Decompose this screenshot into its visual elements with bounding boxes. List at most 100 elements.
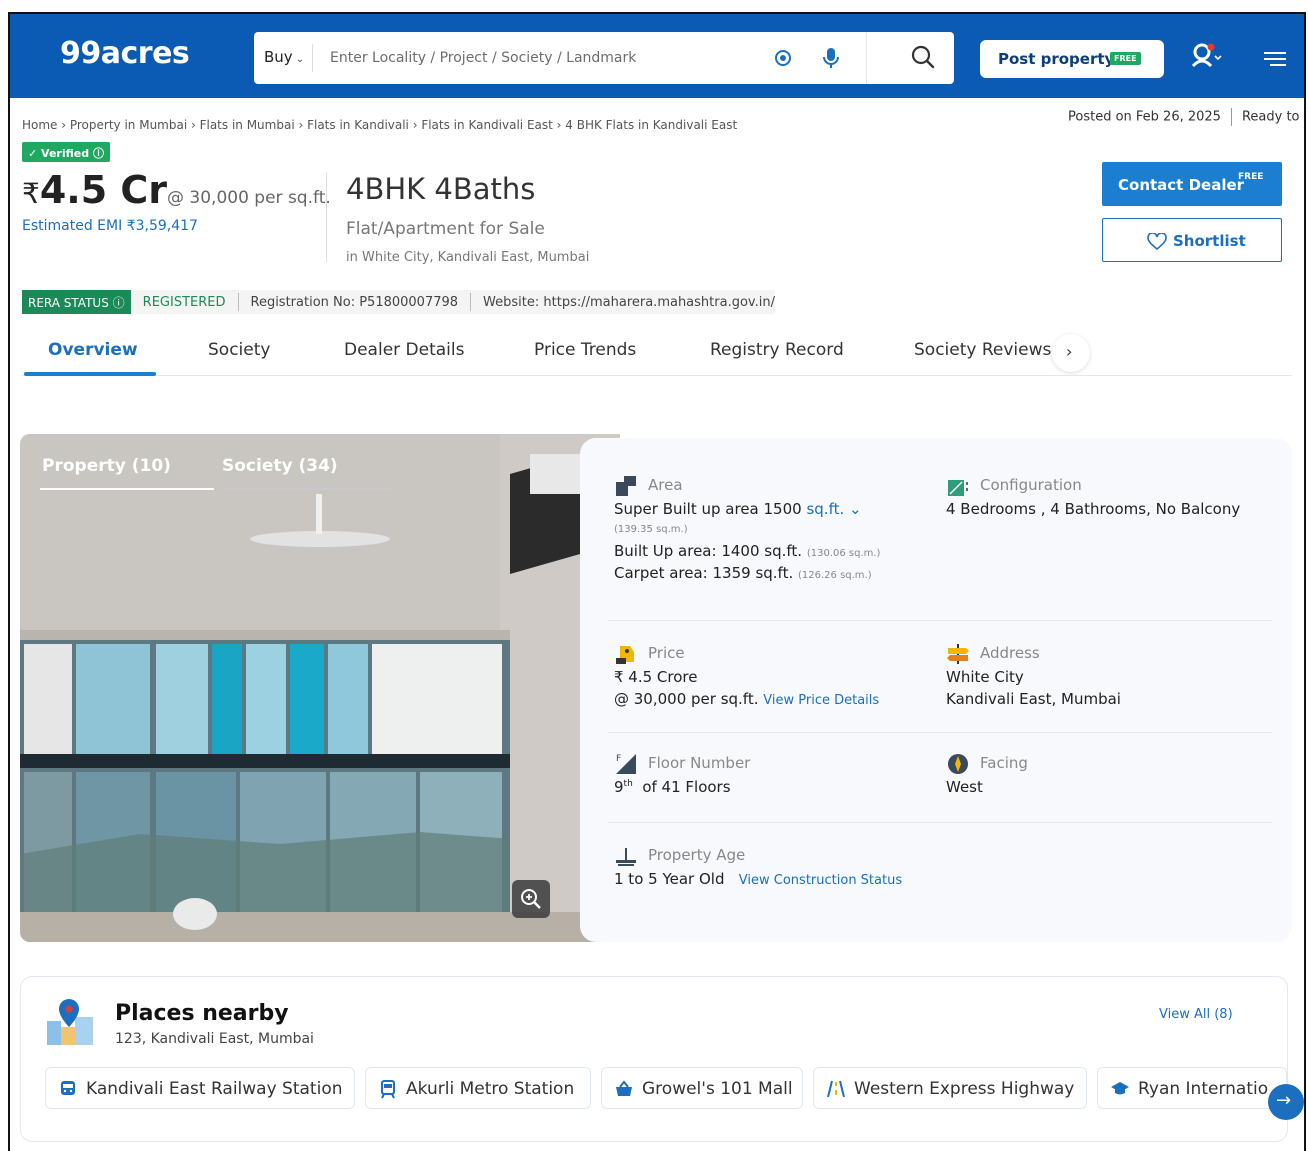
location-target-icon[interactable] (772, 47, 794, 69)
rera-status-tag: RERA STATUS ⓘ (22, 290, 131, 314)
property-age-text: 1 to 5 Year Old (614, 870, 725, 888)
built-area-sqm: (130.06 sq.m.) (806, 548, 881, 559)
divider (470, 293, 472, 311)
floor-icon: F (616, 754, 636, 774)
highway-icon (827, 1080, 845, 1098)
divider (1230, 108, 1232, 126)
posted-info: Posted on Feb 26, 2025 Ready to move (1068, 108, 1304, 126)
gallery-tab-property[interactable]: Property (10) (42, 456, 171, 476)
heart-icon (1147, 233, 1167, 251)
listing-location: in White City, Kandivali East, Mumbai (346, 250, 590, 265)
svg-text:F: F (616, 754, 621, 764)
facing-value: West (946, 778, 983, 796)
tabs-next-button[interactable]: › (1052, 334, 1090, 372)
rera-registration-number: Registration No: P51800007798 (250, 294, 459, 310)
property-age-value: 1 to 5 Year Old View Construction Status (614, 870, 902, 888)
price-tag-icon (616, 646, 634, 664)
view-all-link[interactable]: View All (8) (1159, 1007, 1233, 1022)
floor-suffix: th (623, 779, 633, 789)
divider (237, 293, 239, 311)
tab-overview[interactable]: Overview (48, 340, 138, 360)
place-chip[interactable]: Growel's 101 Mall (601, 1067, 803, 1109)
floor-number: 9 (614, 778, 624, 796)
divider (326, 172, 327, 262)
property-age-label: Property Age (648, 846, 746, 864)
shopping-basket-icon (616, 1080, 632, 1096)
unit-selector[interactable]: sq.ft. ⌄ (806, 500, 861, 518)
post-property-label: Post property (998, 50, 1115, 68)
tab-price-trends[interactable]: Price Trends (534, 340, 636, 360)
signpost-icon (947, 644, 969, 664)
gallery-tab-society[interactable]: Society (34) (222, 456, 338, 476)
microphone-icon[interactable] (820, 46, 842, 70)
buy-label: Buy (264, 48, 293, 66)
divider (312, 44, 313, 72)
address-line1: White City (946, 668, 1024, 686)
tab-society-reviews[interactable]: Society Reviews (914, 340, 1051, 360)
property-details-card: Area Super Built up area 1500 sq.ft. ⌄ (… (580, 438, 1292, 942)
search-icon[interactable] (910, 44, 936, 70)
place-chip[interactable]: Kandivali East Railway Station (45, 1067, 355, 1109)
tab-society[interactable]: Society (208, 340, 270, 360)
hamburger-menu-icon[interactable] (1262, 50, 1288, 68)
shortlist-button[interactable]: Shortlist (1102, 218, 1282, 262)
train-icon (61, 1081, 75, 1095)
view-price-details-link[interactable]: View Price Details (763, 693, 879, 708)
total-floors: of 41 Floors (642, 778, 731, 796)
contact-dealer-button[interactable]: Contact Dealer FREE (1102, 162, 1282, 206)
verified-badge: ✓ Verified ⓘ (22, 142, 110, 162)
shortlist-label: Shortlist (1173, 232, 1246, 250)
divider (608, 822, 1272, 823)
breadcrumb[interactable]: Home › Property in Mumbai › Flats in Mum… (22, 118, 737, 132)
logo[interactable]: 99acres (60, 36, 190, 71)
graduation-cap-icon (1111, 1082, 1129, 1095)
divider (608, 620, 1272, 621)
location-pin-icon (47, 999, 93, 1045)
info-icon[interactable]: ⓘ (93, 147, 104, 160)
places-next-button[interactable]: → (1268, 1084, 1304, 1120)
compass-icon (948, 754, 968, 774)
configuration-label: Configuration (980, 476, 1082, 494)
price-amount: 4.5 Cr (39, 168, 168, 212)
post-property-button[interactable]: Post property FREE (980, 40, 1164, 78)
emi-link[interactable]: Estimated EMI ₹3,59,417 (22, 218, 198, 234)
price-block: ₹4.5 Cr@ 30,000 per sq.ft. (22, 168, 331, 212)
rera-status-label: RERA STATUS (28, 296, 109, 310)
search-input[interactable] (330, 46, 750, 70)
area-icon (616, 476, 636, 496)
listing-title: 4BHK 4Baths (346, 172, 536, 206)
free-badge: FREE (1238, 172, 1264, 182)
places-address: 123, Kandivali East, Mumbai (115, 1031, 314, 1047)
place-name: Growel's 101 Mall (642, 1079, 793, 1099)
area-label: Area (648, 476, 683, 494)
carpet-area-text: Carpet area: 1359 sq.ft. (614, 564, 794, 582)
address-label: Address (980, 644, 1040, 662)
place-name: Ryan Internatio (1138, 1079, 1269, 1099)
rera-website[interactable]: Website: https://maharera.mahashtra.gov.… (483, 295, 775, 310)
place-chip[interactable]: Akurli Metro Station (365, 1067, 591, 1109)
tab-registry-record[interactable]: Registry Record (710, 340, 844, 360)
carpet-area: Carpet area: 1359 sq.ft. (126.26 sq.m.) (614, 564, 872, 582)
property-photo[interactable] (20, 434, 620, 942)
carpet-area-sqm: (126.26 sq.m.) (798, 570, 872, 581)
chevron-down-icon: ⌄ (295, 54, 305, 65)
price-value: ₹ 4.5 Crore (614, 668, 698, 686)
user-account-icon[interactable] (1190, 42, 1222, 70)
configuration-icon (948, 480, 968, 496)
price-per-sqft: @ 30,000 per sq.ft. (167, 188, 331, 208)
place-chip[interactable]: Ryan Internatio (1097, 1067, 1287, 1109)
buy-dropdown[interactable]: Buy ⌄ (264, 48, 304, 66)
listing-subtitle: Flat/Apartment for Sale (346, 219, 545, 239)
chevron-right-icon: › (1066, 342, 1073, 361)
divider (608, 732, 1272, 733)
super-area-sqm: (139.35 sq.m.) (614, 524, 688, 535)
place-chip[interactable]: Western Express Highway (813, 1067, 1087, 1109)
active-tab-indicator (24, 372, 156, 376)
tab-dealer-details[interactable]: Dealer Details (344, 340, 464, 360)
info-icon[interactable]: ⓘ (113, 296, 125, 310)
place-name: Akurli Metro Station (406, 1079, 575, 1099)
search-box[interactable]: Buy ⌄ (254, 32, 954, 84)
zoom-in-icon[interactable] (512, 880, 550, 918)
super-area-text: Super Built up area 1500 (614, 500, 802, 518)
view-construction-status-link[interactable]: View Construction Status (739, 873, 902, 888)
